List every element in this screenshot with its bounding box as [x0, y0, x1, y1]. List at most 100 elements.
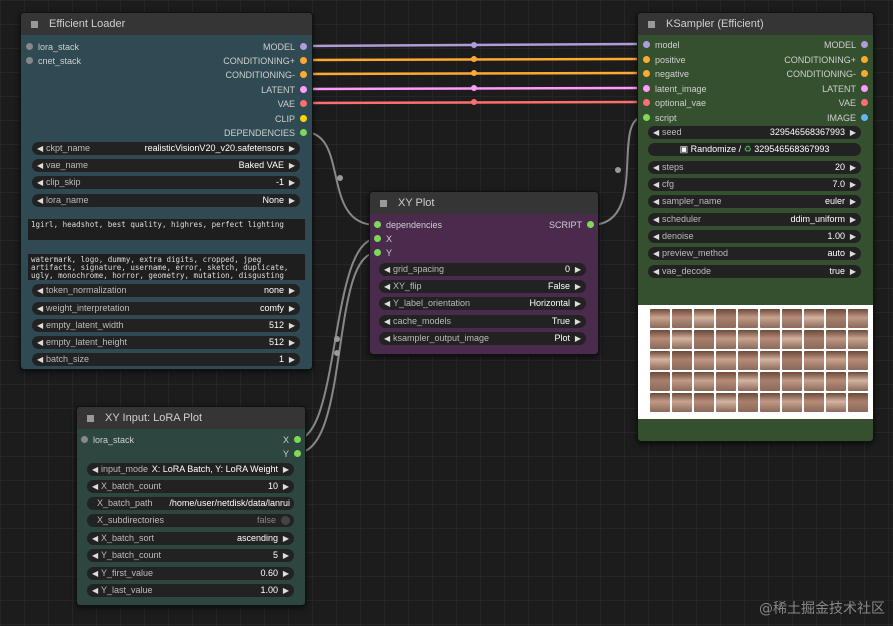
arrow-right-icon[interactable]: ▶ — [850, 195, 856, 208]
arrow-right-icon[interactable]: ▶ — [289, 159, 295, 172]
widget-clip-skip[interactable]: ◀ clip_skip -1 ▶ — [32, 176, 300, 189]
arrow-right-icon[interactable]: ▶ — [850, 126, 856, 139]
widget-y-last-value[interactable]: ◀ Y_last_value 1.00 ▶ — [87, 584, 294, 597]
positive-prompt-textarea[interactable]: 1girl, headshot, best quality, highres, … — [28, 219, 305, 240]
arrow-left-icon[interactable]: ◀ — [92, 584, 98, 597]
arrow-right-icon[interactable]: ▶ — [289, 284, 295, 297]
output-script[interactable]: SCRIPT — [549, 218, 594, 232]
widget-empty-latent-width[interactable]: ◀ empty_latent_width 512 ▶ — [32, 319, 300, 332]
arrow-right-icon[interactable]: ▶ — [850, 247, 856, 260]
arrow-right-icon[interactable]: ▶ — [289, 176, 295, 189]
arrow-left-icon[interactable]: ◀ — [653, 213, 659, 226]
xy-input-lora-node[interactable]: XY Input: LoRA Plot lora_stack X Y ◀ inpu… — [76, 406, 306, 606]
output-latent[interactable]: LATENT — [822, 82, 868, 96]
arrow-right-icon[interactable]: ▶ — [283, 463, 289, 476]
widget-input-mode[interactable]: ◀ input_mode X: LoRA Batch, Y: LoRA Weight… — [87, 463, 294, 476]
widget-denoise[interactable]: ◀ denoise 1.00 ▶ — [648, 230, 861, 243]
collapse-icon[interactable] — [648, 21, 655, 28]
arrow-right-icon[interactable]: ▶ — [289, 353, 295, 366]
efficient-loader-title[interactable]: Efficient Loader — [21, 13, 312, 35]
toggle-knob-icon[interactable] — [281, 516, 290, 525]
widget-empty-latent-height[interactable]: ◀ empty_latent_height 512 ▶ — [32, 336, 300, 349]
arrow-left-icon[interactable]: ◀ — [653, 230, 659, 243]
input-lora-stack[interactable]: lora_stack — [26, 40, 79, 54]
output-y[interactable]: Y — [283, 447, 301, 461]
arrow-left-icon[interactable]: ◀ — [653, 265, 659, 278]
arrow-right-icon[interactable]: ▶ — [850, 213, 856, 226]
output-conditioning-pos[interactable]: CONDITIONING+ — [784, 53, 868, 67]
arrow-right-icon[interactable]: ▶ — [289, 319, 295, 332]
arrow-right-icon[interactable]: ▶ — [283, 567, 289, 580]
widget-sampler-name[interactable]: ◀ sampler_name euler ▶ — [648, 195, 861, 208]
arrow-left-icon[interactable]: ◀ — [653, 161, 659, 174]
widget-lora-name[interactable]: ◀ lora_name None ▶ — [32, 194, 300, 207]
input-negative[interactable]: negative — [643, 67, 689, 81]
image-preview[interactable] — [638, 305, 873, 419]
input-script[interactable]: script — [643, 111, 677, 125]
input-cnet-stack[interactable]: cnet_stack — [26, 54, 81, 68]
negative-prompt-textarea[interactable]: watermark, logo, dummy, extra digits, cr… — [28, 254, 305, 280]
arrow-right-icon[interactable]: ▶ — [283, 480, 289, 493]
widget-x-subdirectories[interactable]: X_subdirectories false — [87, 514, 294, 527]
widget-xy-flip[interactable]: ◀ XY_flip False ▶ — [379, 280, 586, 293]
output-vae[interactable]: VAE — [839, 96, 868, 110]
widget-preview-method[interactable]: ◀ preview_method auto ▶ — [648, 247, 861, 260]
collapse-icon[interactable] — [380, 200, 387, 207]
widget-weight-interpretation[interactable]: ◀ weight_interpretation comfy ▶ — [32, 302, 300, 315]
input-model[interactable]: model — [643, 38, 680, 52]
arrow-right-icon[interactable]: ▶ — [283, 532, 289, 545]
output-model[interactable]: MODEL — [263, 40, 307, 54]
arrow-left-icon[interactable]: ◀ — [37, 159, 43, 172]
arrow-right-icon[interactable]: ▶ — [289, 142, 295, 155]
input-x[interactable]: X — [374, 232, 392, 246]
output-latent[interactable]: LATENT — [261, 83, 307, 97]
output-vae[interactable]: VAE — [278, 97, 307, 111]
widget-steps[interactable]: ◀ steps 20 ▶ — [648, 161, 861, 174]
arrow-left-icon[interactable]: ◀ — [92, 480, 98, 493]
arrow-left-icon[interactable]: ◀ — [92, 567, 98, 580]
xy-plot-title[interactable]: XY Plot — [370, 192, 598, 214]
xy-input-title[interactable]: XY Input: LoRA Plot — [77, 407, 305, 429]
widget-batch-size[interactable]: ◀ batch_size 1 ▶ — [32, 353, 300, 366]
arrow-left-icon[interactable]: ◀ — [37, 336, 43, 349]
input-positive[interactable]: positive — [643, 53, 686, 67]
arrow-left-icon[interactable]: ◀ — [92, 532, 98, 545]
arrow-left-icon[interactable]: ◀ — [37, 194, 43, 207]
widget-vae-decode[interactable]: ◀ vae_decode true ▶ — [648, 265, 861, 278]
output-conditioning-neg[interactable]: CONDITIONING- — [226, 68, 307, 82]
arrow-right-icon[interactable]: ▶ — [283, 584, 289, 597]
arrow-right-icon[interactable]: ▶ — [575, 332, 581, 345]
collapse-icon[interactable] — [87, 415, 94, 422]
xy-plot-node[interactable]: XY Plot dependencies X Y SCRIPT ◀ grid_sp… — [369, 191, 599, 355]
widget-y-batch-count[interactable]: ◀ Y_batch_count 5 ▶ — [87, 549, 294, 562]
arrow-left-icon[interactable]: ◀ — [37, 284, 43, 297]
arrow-left-icon[interactable]: ◀ — [653, 126, 659, 139]
arrow-right-icon[interactable]: ▶ — [575, 315, 581, 328]
widget-grid-spacing[interactable]: ◀ grid_spacing 0 ▶ — [379, 263, 586, 276]
widget-ckpt-name[interactable]: ◀ ckpt_name realisticVisionV20_v20.safeten… — [32, 142, 300, 155]
arrow-left-icon[interactable]: ◀ — [384, 280, 390, 293]
widget-seed[interactable]: ◀ seed 329546568367993 ▶ — [648, 126, 861, 139]
arrow-right-icon[interactable]: ▶ — [575, 263, 581, 276]
arrow-right-icon[interactable]: ▶ — [850, 178, 856, 191]
arrow-left-icon[interactable]: ◀ — [384, 297, 390, 310]
output-clip[interactable]: CLIP — [275, 112, 307, 126]
arrow-left-icon[interactable]: ◀ — [37, 353, 43, 366]
arrow-left-icon[interactable]: ◀ — [92, 463, 98, 476]
collapse-icon[interactable] — [31, 21, 38, 28]
widget-x-batch-sort[interactable]: ◀ X_batch_sort ascending ▶ — [87, 532, 294, 545]
input-optional-vae[interactable]: optional_vae — [643, 96, 706, 110]
output-model[interactable]: MODEL — [824, 38, 868, 52]
input-lora-stack[interactable]: lora_stack — [81, 433, 134, 447]
arrow-left-icon[interactable]: ◀ — [653, 247, 659, 260]
ksampler-node[interactable]: KSampler (Efficient) model positive nega… — [637, 12, 874, 442]
randomize-button[interactable]: ▣ Randomize / ♻ 329546568367993 — [648, 143, 861, 156]
widget-cache-models[interactable]: ◀ cache_models True ▶ — [379, 315, 586, 328]
arrow-right-icon[interactable]: ▶ — [289, 336, 295, 349]
arrow-left-icon[interactable]: ◀ — [92, 549, 98, 562]
widget-y-label-orientation[interactable]: ◀ Y_label_orientation Horizontal ▶ — [379, 297, 586, 310]
arrow-right-icon[interactable]: ▶ — [850, 230, 856, 243]
output-image[interactable]: IMAGE — [827, 111, 868, 125]
output-dependencies[interactable]: DEPENDENCIES — [224, 126, 307, 140]
output-conditioning-neg[interactable]: CONDITIONING- — [787, 67, 868, 81]
